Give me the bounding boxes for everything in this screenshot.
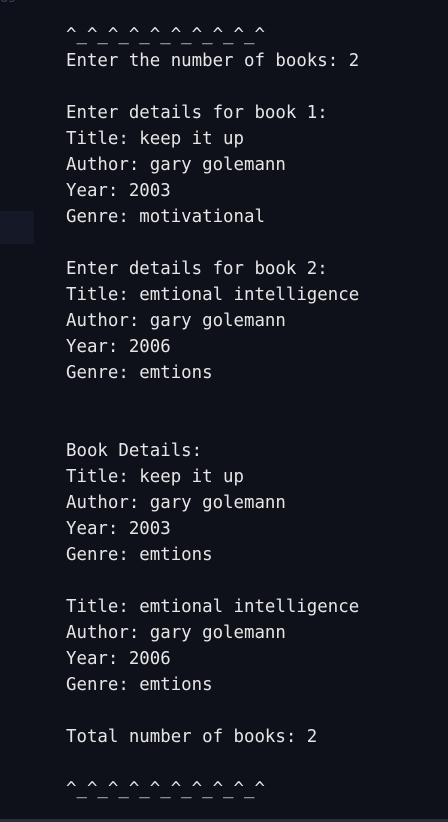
output-line: Genre: emtions <box>66 545 213 565</box>
output-line: Title: emtional intelligence <box>66 597 360 617</box>
output-line: Enter the number of books: 2 <box>66 51 360 71</box>
output-line: Enter details for book 1: <box>66 103 328 123</box>
output-line: Total number of books: 2 <box>66 727 318 747</box>
output-line: Book Details: <box>66 441 203 461</box>
output-line: Year: 2006 <box>66 337 171 357</box>
output-line: Author: gary golemann <box>66 311 286 331</box>
output-line: Title: emtional intelligence <box>66 285 360 305</box>
output-line: Genre: emtions <box>66 363 213 383</box>
program-output: ^_^_^_^_^_^_^_^_^_^ Enter the number of … <box>66 22 441 802</box>
output-line: ^_^_^_^_^_^_^_^_^_^ <box>66 25 265 45</box>
output-line: ^_^_^_^_^_^_^_^_^_^ <box>66 779 265 799</box>
output-line: Author: gary golemann <box>66 155 286 175</box>
output-line: Author: gary golemann <box>66 623 286 643</box>
output-line: Title: keep it up <box>66 467 244 487</box>
output-line: Genre: motivational <box>66 207 265 227</box>
clipped-header-text: ds <box>0 0 40 7</box>
output-line: Title: keep it up <box>66 129 244 149</box>
output-line: Year: 2003 <box>66 181 171 201</box>
output-line: Author: gary golemann <box>66 493 286 513</box>
terminal-output-panel[interactable]: ds ^_^_^_^_^_^_^_^_^_^ Enter the number … <box>0 0 448 822</box>
output-line: Year: 2003 <box>66 519 171 539</box>
output-line: Year: 2006 <box>66 649 171 669</box>
output-line: Enter details for book 2: <box>66 259 328 279</box>
output-line: Genre: emtions <box>66 675 213 695</box>
sidebar-highlight <box>0 211 34 244</box>
